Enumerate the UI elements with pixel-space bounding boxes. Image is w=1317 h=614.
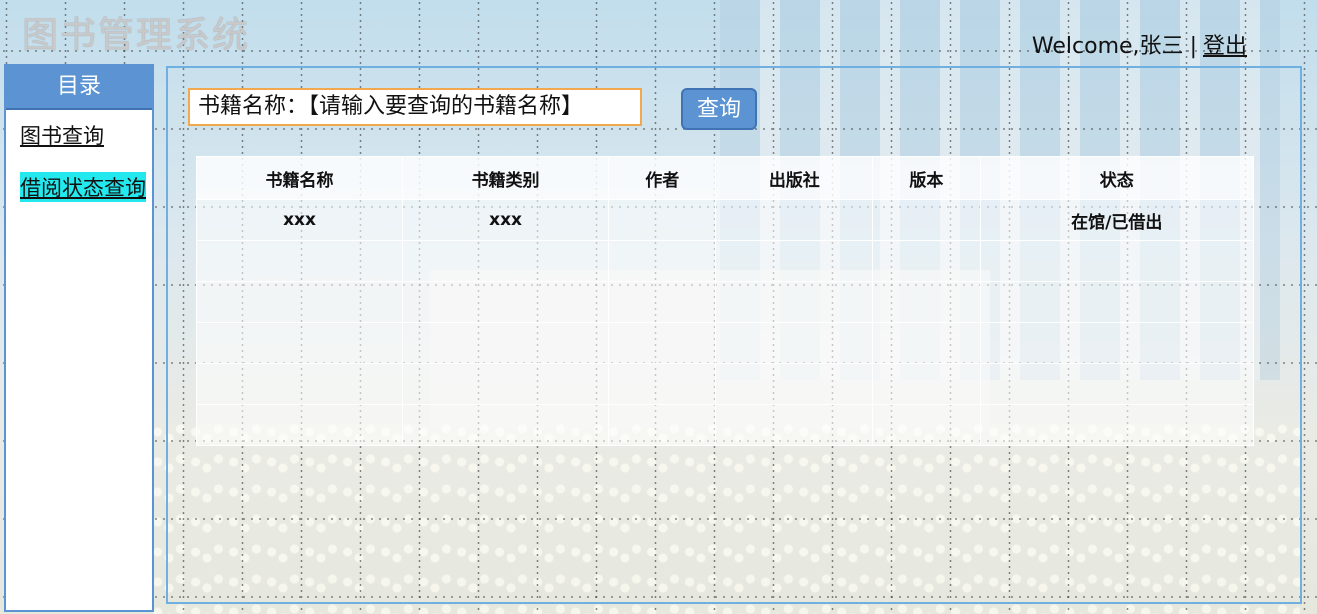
table-cell xyxy=(402,240,610,282)
table-cell xyxy=(872,199,981,241)
table-cell xyxy=(872,240,981,282)
sidebar-item-borrow-status[interactable]: 借阅状态查询 xyxy=(20,172,146,202)
table-header-row: 书籍名称 书籍类别 作者 出版社 版本 状态 xyxy=(195,156,1255,200)
main-panel: 书籍名称：【请输入要查询的书籍名称】 查询 书籍名称 书籍类别 作者 出版社 版… xyxy=(166,66,1302,604)
user-bar: Welcome,张三 | 登出 xyxy=(1032,28,1247,60)
column-header: 出版社 xyxy=(715,156,874,200)
table-row xyxy=(195,281,1255,323)
table-cell xyxy=(195,322,404,364)
table-cell xyxy=(608,363,717,405)
app-title: 图书管理系统 xyxy=(22,15,251,56)
table-cell xyxy=(195,240,404,282)
logout-link[interactable]: 登出 xyxy=(1203,34,1247,59)
table-cell xyxy=(608,322,717,364)
table-cell xyxy=(979,240,1255,282)
table-row xyxy=(195,404,1255,446)
table-cell xyxy=(872,322,981,364)
table-cell: xxx xyxy=(402,199,610,241)
table-cell xyxy=(715,322,874,364)
table-cell xyxy=(402,363,610,405)
table-cell xyxy=(195,363,404,405)
column-header: 书籍名称 xyxy=(195,156,404,200)
column-header: 书籍类别 xyxy=(402,156,610,200)
sidebar-item-book-search[interactable]: 图书查询 xyxy=(20,120,152,150)
welcome-text: Welcome,张三 xyxy=(1031,34,1184,59)
table-cell xyxy=(608,240,717,282)
table-cell xyxy=(715,363,874,405)
table-cell: 在馆/已借出 xyxy=(979,199,1255,241)
column-header: 版本 xyxy=(872,156,981,200)
table-cell xyxy=(715,199,874,241)
table-cell xyxy=(195,281,404,323)
table-row xyxy=(195,363,1255,405)
table-cell xyxy=(402,404,610,446)
column-header: 作者 xyxy=(608,156,717,200)
table-cell xyxy=(979,281,1255,323)
table-cell xyxy=(608,199,717,241)
table-cell xyxy=(979,322,1255,364)
table-cell xyxy=(608,404,717,446)
search-button[interactable]: 查询 xyxy=(681,88,757,130)
table-cell xyxy=(979,404,1255,446)
table-cell xyxy=(872,281,981,323)
table-cell xyxy=(402,322,610,364)
table-cell xyxy=(872,404,981,446)
sidebar-header: 目录 xyxy=(6,66,152,110)
sidebar: 目录 图书查询 借阅状态查询 xyxy=(4,64,154,612)
table-cell xyxy=(608,281,717,323)
table-cell xyxy=(195,404,404,446)
table-cell xyxy=(715,404,874,446)
table-cell xyxy=(715,281,874,323)
table-cell xyxy=(872,363,981,405)
books-table: 书籍名称 书籍类别 作者 出版社 版本 状态 xxx xxx 在馆/已借出 xyxy=(195,156,1255,446)
column-header: 状态 xyxy=(979,156,1255,200)
table-row xyxy=(195,240,1255,282)
book-name-search-input[interactable]: 书籍名称：【请输入要查询的书籍名称】 xyxy=(188,88,642,126)
table-cell xyxy=(979,363,1255,405)
table-cell xyxy=(402,281,610,323)
table-row: xxx xxx 在馆/已借出 xyxy=(195,199,1255,241)
table-cell: xxx xyxy=(195,199,404,241)
user-separator: | xyxy=(1189,34,1197,59)
table-cell xyxy=(715,240,874,282)
table-row xyxy=(195,322,1255,364)
